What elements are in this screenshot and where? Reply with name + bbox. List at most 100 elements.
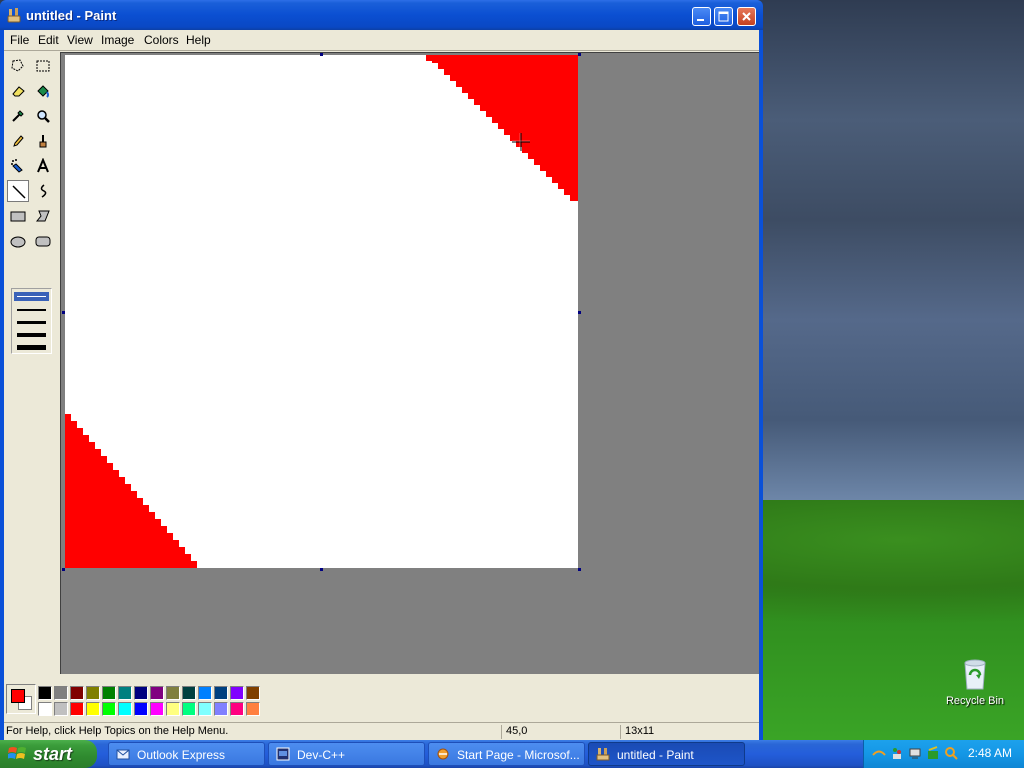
tool-rectangle[interactable]: [7, 205, 29, 227]
ellipse-tool-icon: [10, 236, 26, 248]
tray-connection-icon[interactable]: [908, 746, 922, 760]
tray-users-icon[interactable]: [890, 746, 904, 760]
start-button[interactable]: start: [0, 740, 97, 768]
menu-separator: [4, 50, 759, 51]
menu-file[interactable]: File: [10, 33, 29, 47]
line-tool-icon: [12, 185, 26, 199]
palette-swatch[interactable]: [54, 686, 68, 700]
palette-swatch[interactable]: [246, 686, 260, 700]
tool-brush[interactable]: [32, 130, 54, 152]
palette-swatch[interactable]: [230, 686, 244, 700]
palette-swatch[interactable]: [150, 686, 164, 700]
status-bar: For Help, click Help Topics on the Help …: [4, 722, 759, 740]
line-width-selector: [11, 288, 52, 354]
title-bar[interactable]: untitled - Paint: [0, 0, 763, 30]
resize-handle-bottom-right[interactable]: [578, 568, 581, 571]
palette-swatch[interactable]: [38, 686, 52, 700]
maximize-icon: [718, 11, 729, 22]
resize-handle-bottom[interactable]: [320, 568, 323, 571]
palette-swatch[interactable]: [182, 686, 196, 700]
menu-colors[interactable]: Colors: [144, 33, 179, 47]
task-outlook-express[interactable]: Outlook Express: [108, 742, 265, 766]
canvas-drawing: [65, 55, 578, 568]
tool-polygon[interactable]: [32, 205, 54, 227]
canvas-work-area[interactable]: [60, 52, 759, 674]
resize-handle-left: [62, 311, 65, 314]
palette-swatch[interactable]: [86, 702, 100, 716]
menu-help[interactable]: Help: [186, 33, 211, 47]
palette-swatch[interactable]: [150, 702, 164, 716]
text-tool-icon: [37, 158, 49, 173]
ie-icon: [437, 748, 449, 760]
menu-image[interactable]: Image: [101, 33, 134, 47]
palette-swatch[interactable]: [198, 686, 212, 700]
tool-free-form-select[interactable]: [7, 55, 29, 77]
close-button[interactable]: [737, 7, 756, 26]
recycle-bin-shortcut[interactable]: Recycle Bin: [940, 655, 1010, 715]
palette-swatch[interactable]: [118, 686, 132, 700]
task-devcpp[interactable]: Dev-C++: [268, 742, 425, 766]
palette-swatch[interactable]: [86, 686, 100, 700]
tool-text[interactable]: [32, 155, 54, 177]
line-width-4[interactable]: [17, 333, 46, 337]
start-label: start: [33, 744, 73, 764]
line-width-3[interactable]: [17, 321, 46, 324]
tool-airbrush[interactable]: [7, 155, 29, 177]
clock[interactable]: 2:48 AM: [968, 746, 1012, 760]
tool-rounded-rectangle[interactable]: [32, 230, 54, 252]
tool-pencil[interactable]: [7, 130, 29, 152]
rect-select-icon: [36, 60, 50, 72]
task-start-page[interactable]: Start Page - Microsof...: [428, 742, 585, 766]
recycle-bin-icon: [964, 659, 986, 690]
palette-swatch[interactable]: [182, 702, 196, 716]
palette-swatch[interactable]: [70, 702, 84, 716]
line-width-1[interactable]: [14, 292, 49, 301]
palette-swatch[interactable]: [230, 702, 244, 716]
menu-view[interactable]: View: [67, 33, 93, 47]
palette-swatch[interactable]: [166, 702, 180, 716]
palette-swatch[interactable]: [118, 702, 132, 716]
close-icon: [742, 12, 751, 21]
palette-swatch[interactable]: [102, 702, 116, 716]
palette-swatch[interactable]: [134, 702, 148, 716]
palette-swatch[interactable]: [198, 702, 212, 716]
red-triangle-top-right: [426, 55, 578, 201]
window-title: untitled - Paint: [26, 8, 117, 23]
tool-pick-color[interactable]: [7, 105, 29, 127]
tool-magnifier[interactable]: [32, 105, 54, 127]
tool-ellipse[interactable]: [7, 230, 29, 252]
tool-line[interactable]: [7, 180, 29, 202]
palette-swatch[interactable]: [134, 686, 148, 700]
resize-handle-top-right: [578, 53, 581, 56]
task-untitled-paint[interactable]: untitled - Paint: [588, 742, 745, 766]
drawing-canvas[interactable]: [65, 55, 578, 568]
tray-security-icon[interactable]: [926, 746, 940, 760]
palette-swatch[interactable]: [54, 702, 68, 716]
palette-swatch[interactable]: [70, 686, 84, 700]
minimize-button[interactable]: [692, 7, 711, 26]
brush-icon: [39, 135, 47, 148]
paint-window: untitled - Paint File Edit View Image Co…: [0, 0, 763, 740]
menu-bar: File Edit View Image Colors Help: [4, 30, 759, 50]
tray-search-icon[interactable]: [944, 746, 958, 760]
tool-curve[interactable]: [32, 180, 54, 202]
line-width-5[interactable]: [17, 345, 46, 350]
tool-eraser[interactable]: [7, 80, 29, 102]
menu-edit[interactable]: Edit: [38, 33, 59, 47]
tray-network-icon[interactable]: [872, 746, 886, 760]
palette-swatch[interactable]: [102, 686, 116, 700]
task-label: Dev-C++: [297, 748, 346, 762]
resize-handle-right[interactable]: [578, 311, 581, 314]
palette-swatch[interactable]: [214, 702, 228, 716]
maximize-button[interactable]: [714, 7, 733, 26]
palette-swatch[interactable]: [38, 702, 52, 716]
task-label: untitled - Paint: [617, 748, 694, 762]
line-width-2[interactable]: [17, 309, 46, 311]
status-divider: [501, 725, 502, 739]
tool-fill[interactable]: [32, 80, 54, 102]
palette-swatch[interactable]: [214, 686, 228, 700]
devcpp-icon: [276, 747, 290, 761]
tool-select[interactable]: [32, 55, 54, 77]
palette-swatch[interactable]: [166, 686, 180, 700]
palette-swatch[interactable]: [246, 702, 260, 716]
